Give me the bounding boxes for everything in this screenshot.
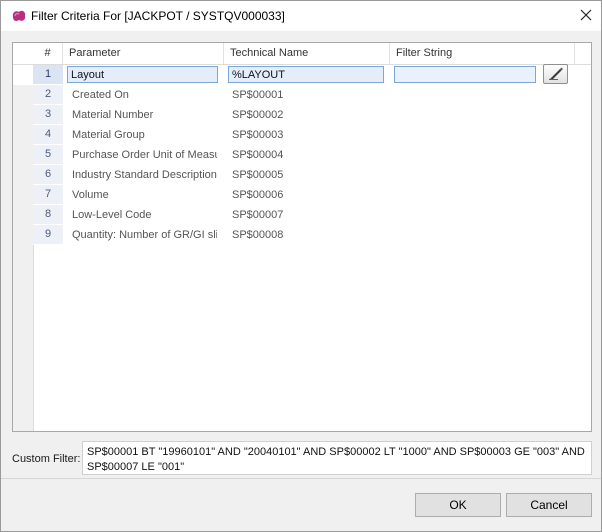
table-row[interactable]: 6 Industry Standard Description SP$00005: [13, 165, 591, 185]
parameter-cell[interactable]: Created On: [69, 85, 217, 105]
parameter-cell[interactable]: Industry Standard Description: [69, 165, 217, 185]
pencil-icon: [548, 66, 564, 83]
custom-filter-field[interactable]: SP$00001 BT "19960101" AND "20040101" AN…: [82, 441, 592, 475]
technical-name-cell[interactable]: SP$00007: [229, 205, 384, 225]
parameter-cell[interactable]: Purchase Order Unit of Measu: [69, 145, 217, 165]
technical-name-cell[interactable]: %LAYOUT: [228, 66, 384, 83]
technical-name-cell[interactable]: SP$00003: [229, 125, 384, 145]
edit-filter-button[interactable]: [543, 64, 568, 84]
title-bar: Filter Criteria For [JACKPOT / SYSTQV000…: [1, 1, 601, 31]
technical-name-cell[interactable]: SP$00006: [229, 185, 384, 205]
table-row[interactable]: 1 Layout %LAYOUT: [13, 64, 591, 85]
technical-name-cell[interactable]: SP$00005: [229, 165, 384, 185]
parameter-cell[interactable]: Material Number: [69, 105, 217, 125]
parameter-cell[interactable]: Quantity: Number of GR/GI sli: [69, 225, 217, 245]
row-number: 2: [33, 85, 63, 105]
filter-criteria-dialog: Filter Criteria For [JACKPOT / SYSTQV000…: [0, 0, 602, 532]
close-button[interactable]: [571, 1, 601, 31]
dialog-title: Filter Criteria For [JACKPOT / SYSTQV000…: [31, 9, 285, 23]
row-number: 1: [33, 65, 63, 85]
table-row[interactable]: 5 Purchase Order Unit of Measu SP$00004: [13, 145, 591, 165]
close-icon: [580, 9, 592, 24]
row-selector[interactable]: [13, 65, 33, 85]
parameter-grid: # Parameter Technical Name Filter String…: [12, 42, 592, 432]
column-header-filter-string[interactable]: Filter String: [390, 43, 575, 64]
technical-name-cell[interactable]: SP$00001: [229, 85, 384, 105]
dialog-content: # Parameter Technical Name Filter String…: [1, 31, 601, 531]
parameter-cell[interactable]: Volume: [69, 185, 217, 205]
row-number: 3: [33, 105, 63, 125]
custom-filter-label: Custom Filter:: [12, 453, 81, 465]
purple-blob-icon: [11, 8, 27, 24]
cancel-button[interactable]: Cancel: [506, 493, 592, 517]
technical-name-cell[interactable]: SP$00002: [229, 105, 384, 125]
grid-rows: 1 Layout %LAYOUT 2 Created On SP$00001 3…: [13, 64, 591, 245]
row-number: 9: [33, 225, 63, 245]
technical-name-cell[interactable]: SP$00008: [229, 225, 384, 245]
table-row[interactable]: 7 Volume SP$00006: [13, 185, 591, 205]
row-number: 6: [33, 165, 63, 185]
table-row[interactable]: 3 Material Number SP$00002: [13, 105, 591, 125]
table-row[interactable]: 2 Created On SP$00001: [13, 85, 591, 105]
column-header-number[interactable]: #: [33, 43, 63, 64]
technical-name-cell[interactable]: SP$00004: [229, 145, 384, 165]
parameter-cell[interactable]: Low-Level Code: [69, 205, 217, 225]
table-row[interactable]: 9 Quantity: Number of GR/GI sli SP$00008: [13, 225, 591, 245]
grid-header: # Parameter Technical Name Filter String: [13, 43, 591, 65]
row-number: 5: [33, 145, 63, 165]
parameter-cell[interactable]: Layout: [67, 66, 218, 83]
column-header-parameter[interactable]: Parameter: [63, 43, 224, 64]
row-number: 8: [33, 205, 63, 225]
ok-button[interactable]: OK: [415, 493, 501, 517]
filter-string-input[interactable]: [394, 66, 536, 83]
footer-divider: [1, 478, 601, 479]
row-number: 7: [33, 185, 63, 205]
column-header-technical-name[interactable]: Technical Name: [224, 43, 390, 64]
row-number: 4: [33, 125, 63, 145]
table-row[interactable]: 4 Material Group SP$00003: [13, 125, 591, 145]
table-row[interactable]: 8 Low-Level Code SP$00007: [13, 205, 591, 225]
parameter-cell[interactable]: Material Group: [69, 125, 217, 145]
